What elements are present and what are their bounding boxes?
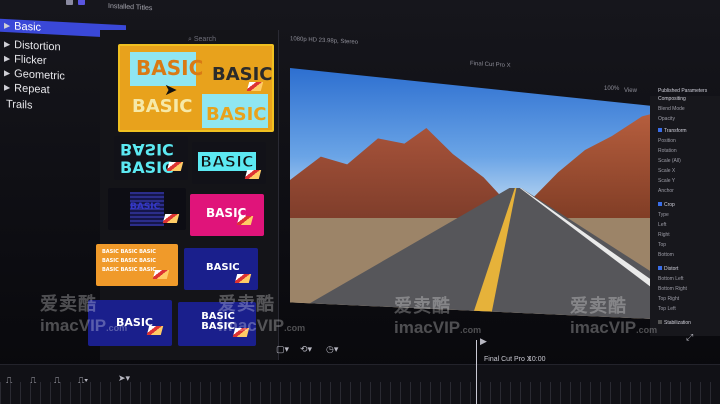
sparkle-icon xyxy=(244,170,262,179)
watermark: 爱卖酷 imacVIP.com xyxy=(218,294,306,335)
zoom-menu[interactable]: 100% xyxy=(604,86,619,92)
inspector-row[interactable]: Blend Mode xyxy=(658,106,685,112)
inspector-row[interactable]: Scale Y xyxy=(658,178,675,184)
title-thumbnail-basic[interactable]: BASIC xyxy=(108,188,186,230)
installed-titles-label[interactable]: Installed Titles xyxy=(108,3,152,12)
libraries-icon[interactable] xyxy=(66,0,73,5)
title-thumbnail-basic[interactable]: BASIC xyxy=(192,142,266,184)
category-label: Geometric xyxy=(14,67,65,83)
disclosure-icon: ▶ xyxy=(4,68,11,78)
checkbox-icon[interactable] xyxy=(658,202,662,206)
timeline-ruler[interactable] xyxy=(0,382,720,404)
sparkle-icon xyxy=(246,82,264,91)
disclosure-icon: ▶ xyxy=(4,39,11,49)
viewer-video[interactable] xyxy=(290,68,675,320)
viewer-header: 1080p HD 23.98p, Stereo Final Cut Pro X … xyxy=(286,36,656,94)
sparkle-icon xyxy=(236,216,254,225)
checkbox-icon[interactable] xyxy=(658,320,662,324)
inspector-row[interactable]: Opacity xyxy=(658,116,675,122)
category-geometric[interactable]: ▶ Geometric xyxy=(4,66,65,82)
watermark: 爱卖酷 imacVIP.com xyxy=(40,294,128,335)
inspector-row[interactable]: Left xyxy=(658,222,666,228)
speed-menu-icon[interactable]: ◷▾ xyxy=(326,344,338,355)
inspector-row[interactable]: Bottom Left xyxy=(658,276,684,282)
inspector-row[interactable]: Scale (All) xyxy=(658,158,681,164)
inspector-row[interactable]: Distort xyxy=(658,266,678,272)
category-distortion[interactable]: ▶ Distortion xyxy=(4,38,61,54)
inspector-row[interactable]: Top Left xyxy=(658,306,676,312)
thumbnail-text: BASIC xyxy=(120,140,174,159)
title-thumbnail-basic[interactable]: BASIC xyxy=(184,248,258,290)
thumbnail-text: BASIC xyxy=(206,104,267,125)
disclosure-icon: ▶ xyxy=(4,82,11,93)
search-icon: ⌕ xyxy=(188,36,192,43)
transform-menu-icon[interactable]: ▢▾ xyxy=(276,344,289,355)
checkbox-icon[interactable] xyxy=(658,266,662,270)
playhead[interactable] xyxy=(476,340,477,404)
checkbox-icon[interactable] xyxy=(658,128,662,132)
inspector-row[interactable]: Type xyxy=(658,212,669,218)
inspector-row[interactable]: Bottom Right xyxy=(658,286,687,292)
category-flicker[interactable]: ▶ Flicker xyxy=(4,52,47,67)
inspector-title: Published Parameters xyxy=(658,88,708,94)
inspector-row[interactable]: Right xyxy=(658,232,670,238)
search-placeholder: Search xyxy=(193,36,217,43)
inspector-row[interactable]: Position xyxy=(658,138,676,144)
top-bar: Installed Titles xyxy=(66,0,720,16)
fcp-window: Installed Titles ▶ Basic ▶ Distortion ▶ Fli… xyxy=(0,0,720,404)
inspector-row[interactable]: Transform xyxy=(658,128,687,134)
view-menu[interactable]: View xyxy=(624,88,637,94)
inspector-row[interactable]: Anchor xyxy=(658,188,674,194)
title-thumbnail-basic[interactable]: BASIC BASIC xyxy=(114,136,188,180)
thumbnail-text: BASIC xyxy=(132,96,193,117)
inspector-row[interactable]: Top Right xyxy=(658,296,679,302)
category-label: Trails xyxy=(6,97,33,112)
category-trails[interactable]: Trails xyxy=(6,97,32,111)
inspector-row[interactable]: Rotation xyxy=(658,148,677,154)
inspector-panel: Published Parameters Compositing Blend M… xyxy=(650,88,720,336)
category-label: Basic xyxy=(14,19,42,34)
category-repeat[interactable]: ▶ Repeat xyxy=(4,81,50,96)
thumbnail-text: BASIC xyxy=(136,56,204,80)
thumbnail-text: BASIC xyxy=(206,262,240,273)
inspector-row[interactable]: Bottom xyxy=(658,252,674,258)
category-label: Repeat xyxy=(14,81,50,96)
watermark: 爱卖酷 imacVIP.com xyxy=(394,296,482,337)
crop-menu-icon[interactable]: ⟲▾ xyxy=(300,344,312,355)
timeline-clip-name: Final Cut Pro X xyxy=(484,356,532,363)
category-label: Distortion xyxy=(14,38,61,53)
inspector-row[interactable]: Scale X xyxy=(658,168,675,174)
app-icon xyxy=(78,0,85,5)
disclosure-icon: ▶ xyxy=(4,20,11,31)
inspector-row[interactable]: Top xyxy=(658,242,666,248)
timeline-timecode: 10:00 xyxy=(528,356,546,363)
title-thumbnail-basic[interactable]: BASIC BASIC BASIC BASIC BASIC BASIC BASI… xyxy=(96,244,178,286)
disclosure-icon: ▶ xyxy=(4,53,11,64)
thumbnail-text: BASIC xyxy=(130,202,161,212)
sparkle-icon xyxy=(234,274,252,283)
title-thumbnail-basic[interactable]: BASIC BASIC BASIC BASIC ➤ xyxy=(118,44,274,132)
sparkle-icon xyxy=(146,326,164,335)
thumbnail-text: BASIC xyxy=(198,152,256,172)
viewer-clip-name: Final Cut Pro X xyxy=(470,60,511,70)
inspector-row[interactable]: Crop xyxy=(658,202,675,208)
watermark: 爱卖酷 imacVIP.com xyxy=(570,296,658,337)
fullscreen-icon[interactable]: ⤢ xyxy=(686,332,693,343)
thumbnail-text: BASIC xyxy=(120,158,174,177)
viewer-format: 1080p HD 23.98p, Stereo xyxy=(290,36,359,46)
category-label: Flicker xyxy=(14,52,47,67)
sparkle-icon xyxy=(152,270,170,279)
sparkle-icon xyxy=(162,214,180,223)
thumbnail-text: BASIC xyxy=(212,64,273,85)
inspector-row[interactable]: Compositing xyxy=(658,96,686,102)
cursor-icon: ➤ xyxy=(164,82,178,99)
inspector-row[interactable]: Stabilization xyxy=(658,320,691,326)
sparkle-icon xyxy=(166,162,184,171)
title-thumbnail-basic[interactable]: BASIC xyxy=(190,194,264,236)
